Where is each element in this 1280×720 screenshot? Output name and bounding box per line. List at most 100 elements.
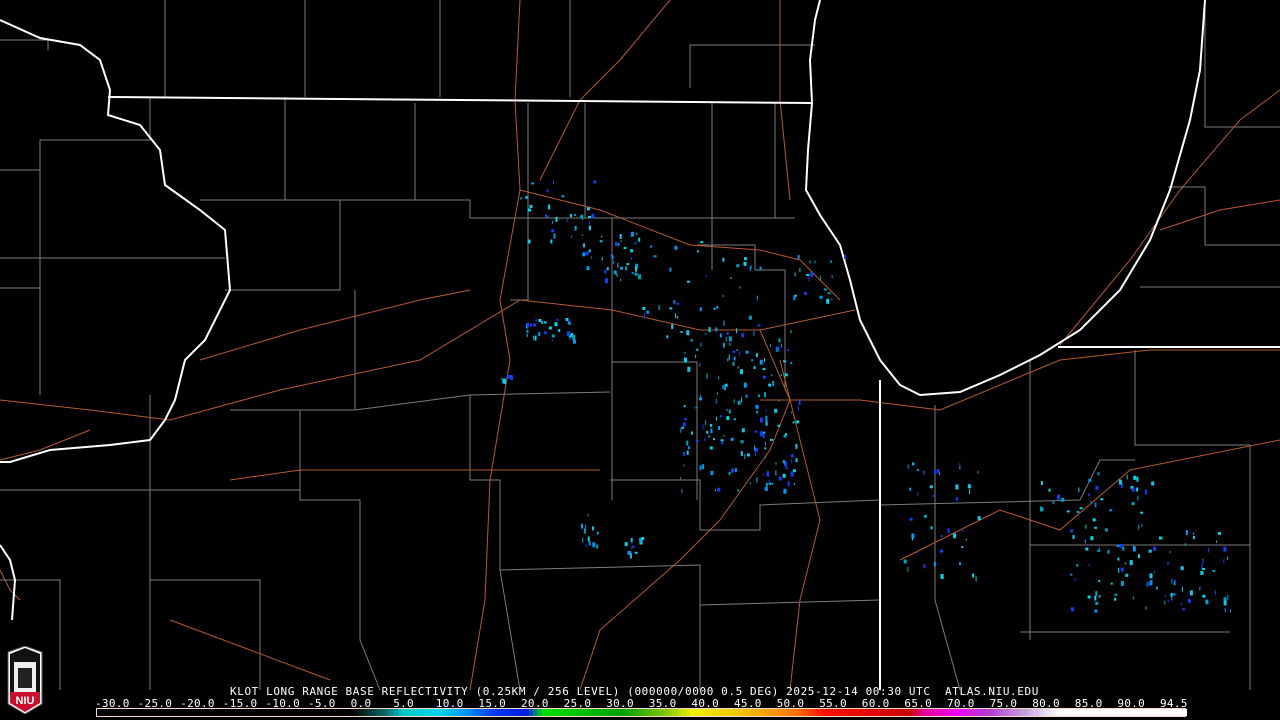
radar-echo [783, 360, 786, 363]
radar-echo [912, 462, 915, 466]
radar-echo [535, 319, 538, 322]
radar-echo [977, 516, 981, 521]
radar-echo [722, 385, 724, 390]
radar-echo [723, 320, 725, 326]
radar-echo [566, 219, 568, 222]
radar-echo [681, 426, 685, 429]
radar-echo [969, 489, 971, 495]
radar-echo [687, 446, 690, 450]
radar-echo [765, 482, 768, 487]
radar-echo [775, 462, 777, 465]
radar-echo [975, 576, 977, 582]
radar-echo [764, 456, 766, 459]
radar-echo [1149, 573, 1153, 579]
svg-text:NIU: NIU [16, 695, 35, 707]
radar-echo [784, 373, 788, 377]
radar-echo [696, 348, 699, 351]
radar-echo [1159, 536, 1162, 540]
radar-echo [1119, 543, 1123, 548]
radar-echo [1223, 600, 1227, 606]
radar-echo [548, 204, 551, 210]
radar-echo [1078, 487, 1080, 493]
radar-echo [715, 398, 717, 404]
radar-echo [527, 239, 531, 244]
radar-echo [787, 348, 790, 351]
radar-echo [739, 286, 741, 289]
radar-echo [686, 440, 689, 446]
radar-echo [740, 440, 744, 444]
radar-echo [1120, 567, 1124, 572]
radar-echo [740, 451, 743, 457]
radar-echo [1084, 539, 1086, 544]
radar-echo [1202, 558, 1204, 561]
radar-echo [1200, 570, 1204, 575]
radar-echo [823, 288, 827, 291]
radar-echo [791, 411, 793, 414]
radar-echo [617, 262, 619, 268]
radar-echo [730, 437, 734, 441]
radar-echo [706, 373, 708, 379]
radar-echo [1136, 476, 1139, 482]
radar-echo [1079, 507, 1083, 510]
radar-echo [1070, 529, 1074, 533]
radar-echo [831, 298, 833, 301]
niu-logo: NIU [7, 646, 43, 714]
radar-echo [940, 535, 943, 538]
radar-echo [582, 252, 586, 257]
radar-echo [741, 333, 745, 338]
radar-echo [1100, 498, 1104, 501]
radar-echo [553, 233, 556, 239]
radar-echo [593, 180, 597, 184]
radar-echo [1120, 581, 1124, 586]
radar-echo [756, 477, 758, 483]
radar-echo [764, 441, 766, 446]
radar-echo [547, 215, 549, 218]
radar-echo [764, 392, 766, 398]
radar-echo [574, 225, 577, 231]
radar-echo [686, 330, 690, 336]
radar-echo [745, 350, 749, 354]
radar-echo [553, 180, 554, 185]
radar-echo [615, 242, 617, 247]
radar-echo [1085, 524, 1087, 529]
radar-echo [932, 494, 935, 497]
radar-echo [1145, 606, 1147, 610]
radar-echo [1098, 595, 1101, 598]
radar-echo [713, 438, 715, 441]
radar-echo [736, 264, 740, 268]
radar-echo [710, 423, 713, 427]
radar-echo [745, 394, 748, 398]
radar-echo [772, 380, 775, 386]
radar-echo [1224, 608, 1226, 613]
radar-echo [1085, 547, 1089, 551]
radar-echo [538, 332, 541, 336]
radar-echo [690, 339, 693, 342]
radar-echo [574, 213, 577, 216]
radar-echo [1223, 559, 1225, 564]
radar-echo [635, 266, 637, 272]
radar-echo [588, 225, 591, 231]
radar-echo [695, 440, 699, 443]
radar-echo [909, 517, 913, 521]
radar-echo [680, 331, 683, 333]
radar-echo [669, 267, 672, 272]
radar-echo [753, 330, 755, 336]
radar-echo [1131, 487, 1135, 492]
radar-echo [528, 208, 531, 212]
radar-echo [729, 342, 731, 346]
radar-echo [582, 537, 584, 543]
radar-echo [529, 323, 532, 327]
radar-echo [755, 404, 759, 409]
radar-echo [929, 485, 933, 489]
radar-echo [754, 450, 756, 456]
radar-echo [708, 327, 711, 333]
radar-echo [790, 361, 793, 364]
radar-echo [1094, 595, 1097, 601]
radar-echo [601, 235, 603, 238]
radar-echo [741, 397, 743, 403]
radar-echo [1214, 590, 1216, 596]
radar-echo [1136, 487, 1139, 492]
radar-echo [619, 234, 622, 239]
radar-echo [546, 189, 549, 193]
radar-echo [1148, 549, 1152, 553]
